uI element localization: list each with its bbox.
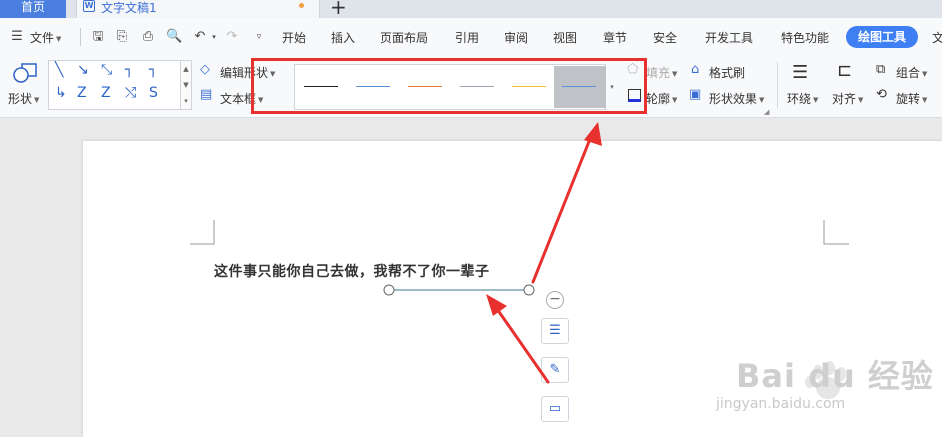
- menu-item-reference[interactable]: 引用: [455, 29, 479, 46]
- outline-button[interactable]: 轮廓 ▼: [646, 90, 677, 107]
- document-text[interactable]: 这件事只能你自己去做，我帮不了你一辈子: [214, 261, 490, 281]
- wrap-button[interactable]: 环绕 ▼: [787, 90, 818, 107]
- menu-item-features[interactable]: 特色功能: [781, 29, 829, 46]
- margin-corner-mark: [823, 220, 849, 245]
- group-button[interactable]: 组合 ▼: [896, 64, 927, 81]
- menu-bar: ☰ 文件 ▼ 🖫 ⎘ ⎙ 🔍 ↶ ▾ ↷ ▿ 开始 插入 页面布局 引用 审阅 视…: [0, 18, 942, 56]
- writer-doc-icon: W: [83, 0, 95, 12]
- print-preview-icon[interactable]: 🔍: [166, 30, 182, 44]
- chevron-down-icon: ▼: [56, 34, 62, 43]
- group-icon: ⧉: [876, 62, 886, 77]
- layout-options-icon: ☰: [549, 323, 561, 338]
- menu-item-page-layout[interactable]: 页面布局: [380, 29, 428, 46]
- align-icon: ⊏: [837, 60, 853, 81]
- line-shape-gallery[interactable]: ╲ ↘ ⤡ ┐ ┐ ↳ Z Z ⤭ S: [48, 60, 182, 110]
- align-button[interactable]: 对齐 ▼: [832, 90, 863, 107]
- curved-arrow-connector-icon[interactable]: Z: [101, 85, 111, 101]
- unsaved-dot-icon: [299, 3, 304, 8]
- menu-item-overflow[interactable]: 文: [932, 29, 942, 46]
- export-pdf-icon[interactable]: ⎘: [115, 30, 129, 44]
- chevron-down-icon: ▼: [922, 69, 928, 78]
- menu-item-start[interactable]: 开始: [282, 29, 306, 46]
- watermark-url: jingyan.baidu.com: [716, 396, 846, 412]
- resize-handle[interactable]: [383, 284, 395, 296]
- collapse-toolbar-button[interactable]: −: [546, 291, 564, 309]
- elbow-double-arrow-icon[interactable]: ↳: [55, 85, 67, 101]
- hamburger-menu-icon[interactable]: ☰: [10, 30, 24, 44]
- chevron-down-icon: ▼: [759, 95, 765, 104]
- menu-item-insert[interactable]: 插入: [331, 29, 355, 46]
- elbow-arrow-connector-icon[interactable]: ┐: [149, 62, 157, 78]
- format-brush-icon: ⌂: [691, 62, 700, 77]
- line-shape-icon[interactable]: ╲: [55, 62, 63, 78]
- rotate-icon: ⟲: [876, 87, 887, 102]
- menu-item-view[interactable]: 视图: [553, 29, 577, 46]
- curved-double-arrow-icon[interactable]: ⤭: [125, 85, 136, 101]
- shape-gallery-scroll[interactable]: ▲ ▼ ▾: [180, 60, 192, 110]
- menu-item-review[interactable]: 审阅: [504, 29, 528, 46]
- fill-button[interactable]: 填充 ▼: [646, 64, 677, 81]
- freeform-curve-icon[interactable]: S: [149, 85, 158, 101]
- new-tab-button[interactable]: +: [330, 0, 347, 19]
- watermark-brand: Bai du 经验: [736, 357, 934, 395]
- tab-drawing-tools[interactable]: 绘图工具: [846, 26, 918, 48]
- curved-connector-icon[interactable]: Z: [77, 85, 87, 101]
- chevron-down-icon: ▼: [672, 95, 678, 104]
- shape-button[interactable]: 形状 ▼: [8, 90, 39, 107]
- edit-shape-icon: ◇: [200, 62, 210, 77]
- chevron-down-icon: ▼: [813, 95, 819, 104]
- annotation-highlight-box: [251, 58, 647, 114]
- menu-item-security[interactable]: 安全: [653, 29, 677, 46]
- selected-line-shape[interactable]: [380, 280, 540, 300]
- tab-home[interactable]: 首页: [0, 0, 66, 18]
- double-arrow-line-icon[interactable]: ⤡: [101, 62, 112, 78]
- divider: [777, 62, 778, 108]
- shapes-icon: [13, 63, 37, 83]
- shape-effect-button[interactable]: 形状效果 ▼: [709, 90, 764, 107]
- chevron-down-icon: ▼: [922, 95, 928, 104]
- resize-handle[interactable]: [523, 284, 535, 296]
- menu-item-chapter[interactable]: 章节: [603, 29, 627, 46]
- text-box-icon: ▤: [200, 87, 213, 102]
- menu-item-developer[interactable]: 开发工具: [705, 29, 753, 46]
- tab-document[interactable]: W 文字文稿1: [76, 0, 320, 18]
- menu-file[interactable]: 文件 ▼: [30, 29, 61, 46]
- shape-effect-icon: ▣: [689, 87, 702, 102]
- undo-icon[interactable]: ↶: [193, 30, 207, 44]
- shape-fill-brush-button[interactable]: ✎: [541, 357, 569, 383]
- shape-outline-button[interactable]: ▭: [541, 396, 569, 422]
- outline-frame-icon: ▭: [548, 401, 562, 416]
- paint-brush-icon: ✎: [549, 362, 561, 377]
- format-brush-button[interactable]: 格式刷: [709, 64, 745, 81]
- document-tab-title: 文字文稿1: [101, 1, 157, 15]
- redo-icon[interactable]: ↷: [225, 30, 239, 44]
- tab-strip: 首页 W 文字文稿1 +: [0, 0, 942, 19]
- chevron-down-icon: ▼: [34, 95, 40, 104]
- print-icon[interactable]: ⎙: [141, 30, 155, 44]
- rotate-button[interactable]: 旋转 ▼: [896, 90, 927, 107]
- chevron-down-icon: ▼: [672, 69, 678, 78]
- dialog-launcher-icon[interactable]: ◢: [764, 108, 769, 116]
- undo-dropdown-icon[interactable]: ▾: [207, 30, 221, 44]
- save-icon[interactable]: 🖫: [91, 30, 105, 44]
- margin-corner-mark: [190, 220, 215, 245]
- chevron-down-icon: ▼: [858, 95, 864, 104]
- wrap-text-icon: ☰: [792, 62, 809, 83]
- customize-toolbar-icon[interactable]: ▿: [252, 30, 266, 44]
- divider: [80, 28, 81, 46]
- arrow-line-icon[interactable]: ↘: [77, 62, 89, 78]
- layout-options-button[interactable]: ☰: [541, 318, 569, 344]
- elbow-connector-icon[interactable]: ┐: [125, 62, 133, 78]
